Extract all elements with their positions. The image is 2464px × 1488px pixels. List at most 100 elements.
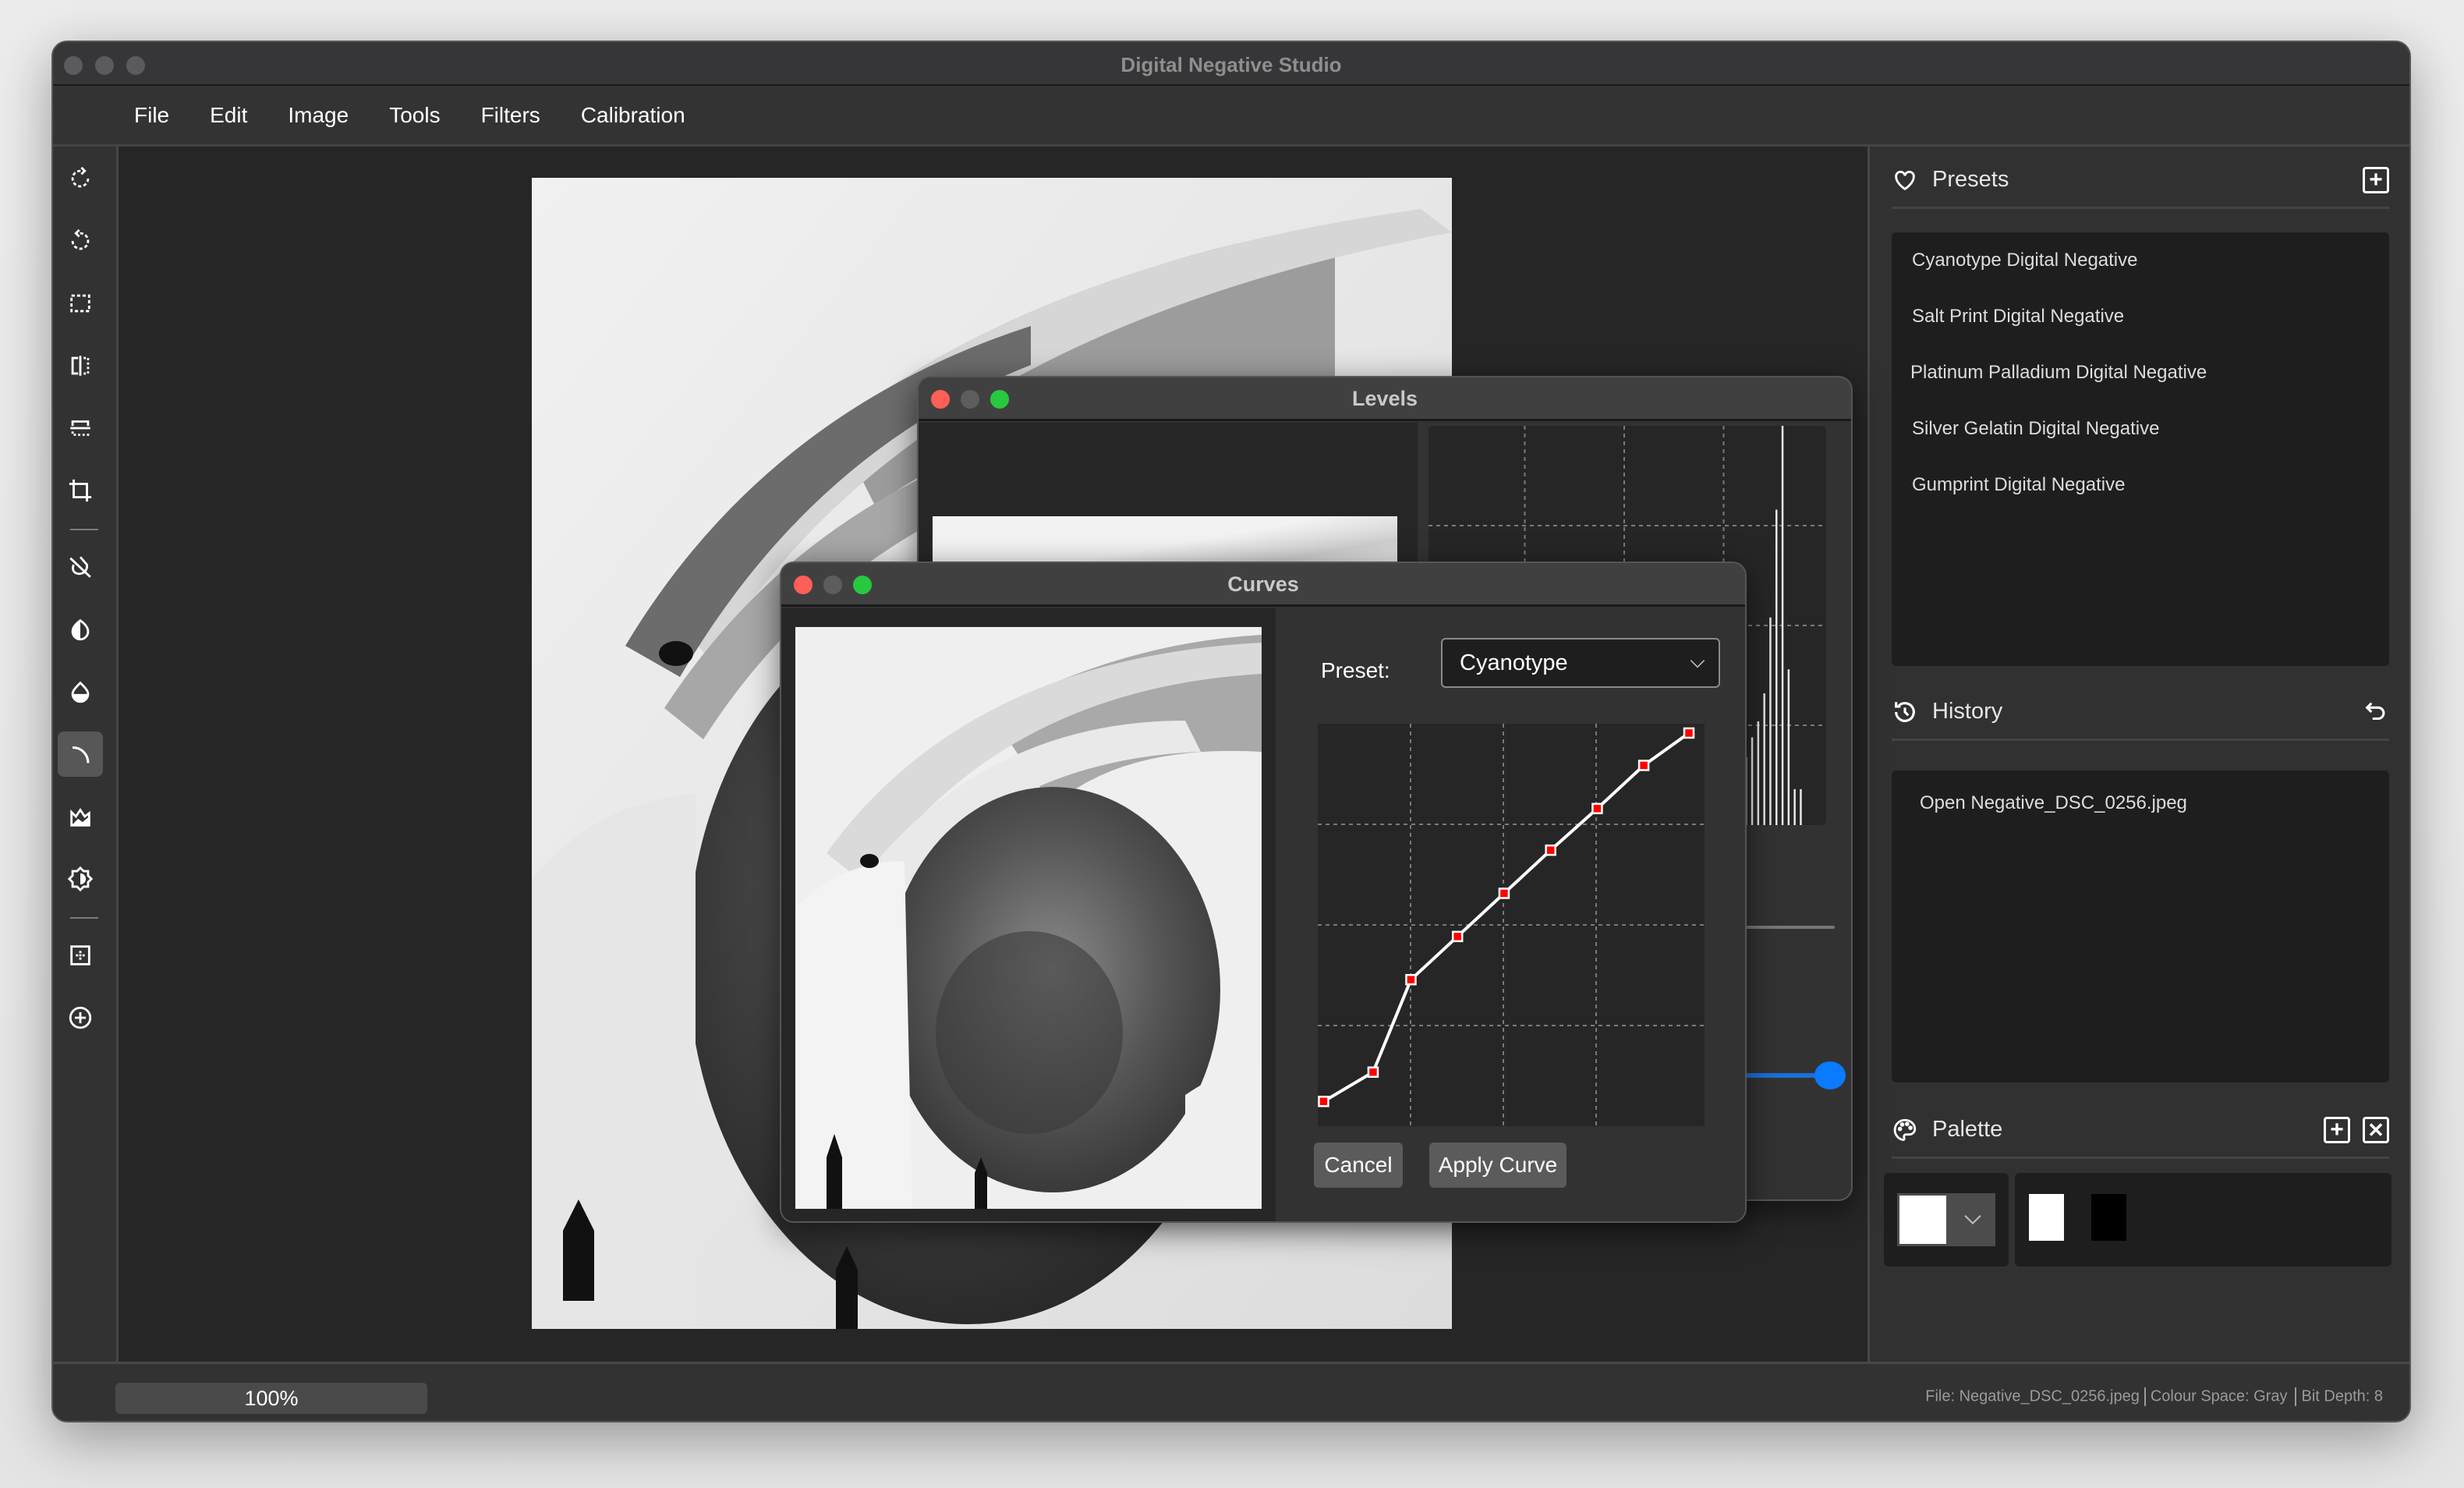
crop-icon xyxy=(69,479,92,502)
curve-control-point[interactable] xyxy=(1591,802,1603,815)
menu-calibration[interactable]: Calibration xyxy=(581,103,685,128)
tool-bar xyxy=(53,147,119,1362)
invert-off-icon xyxy=(69,556,91,578)
palette-title: Palette xyxy=(1932,1117,2003,1142)
brightness-icon xyxy=(67,866,94,892)
chevron-down-icon xyxy=(1690,660,1705,668)
histogram-bar xyxy=(1769,617,1772,825)
curve-control-point[interactable] xyxy=(1498,887,1510,899)
apply-curve-button[interactable]: Apply Curve xyxy=(1429,1143,1567,1188)
app-window: Digital Negative Studio File Edit Image … xyxy=(51,41,2411,1422)
levels-title-bar[interactable]: Levels xyxy=(919,377,1851,421)
swatch-black[interactable] xyxy=(2091,1194,2126,1241)
history-header: History xyxy=(1892,685,2389,741)
preset-dropdown[interactable]: Cyanotype xyxy=(1441,638,1720,688)
toolbar-divider xyxy=(70,529,98,530)
status-bar: 100% File: Negative_DSC_0256.jpeg Colour … xyxy=(53,1362,2409,1421)
curves-preview-pane xyxy=(781,608,1276,1221)
zoom-level[interactable]: 100% xyxy=(115,1383,427,1414)
preset-item[interactable]: Salt Print Digital Negative xyxy=(1892,289,2389,345)
presets-list: Cyanotype Digital Negative Salt Print Di… xyxy=(1892,232,2389,666)
flip-vertical-button[interactable] xyxy=(58,406,103,451)
preset-item[interactable]: Cyanotype Digital Negative xyxy=(1892,232,2389,289)
tint-button[interactable] xyxy=(58,669,103,714)
contrast-button[interactable] xyxy=(58,607,103,652)
remove-swatch-button[interactable]: ✕ xyxy=(2363,1116,2389,1143)
menu-image[interactable]: Image xyxy=(288,103,349,128)
marquee-select-icon xyxy=(70,294,90,313)
flip-horizontal-icon xyxy=(71,356,90,376)
levels-slider-handle[interactable] xyxy=(1814,1061,1846,1089)
history-item[interactable]: Open Negative_DSC_0256.jpeg xyxy=(1892,771,2389,836)
grid-dots-icon xyxy=(70,945,90,965)
history-title: History xyxy=(1932,699,2003,724)
preset-item[interactable]: Gumprint Digital Negative xyxy=(1892,457,2389,513)
curves-dialog: Curves Preset: Cyanotype Cancel Apply Cu… xyxy=(780,562,1747,1223)
current-color-picker[interactable] xyxy=(1897,1193,1995,1246)
add-preset-button[interactable]: + xyxy=(2363,166,2389,193)
x-icon: ✕ xyxy=(2367,1118,2384,1142)
undo-icon[interactable] xyxy=(2363,699,2389,725)
add-button[interactable] xyxy=(58,995,103,1040)
menu-file[interactable]: File xyxy=(134,103,169,128)
current-color-swatch xyxy=(1899,1196,1946,1244)
swatch-list xyxy=(2015,1173,2391,1267)
plus-icon: + xyxy=(2369,166,2383,193)
histogram-bar xyxy=(1787,669,1790,825)
status-bit-depth: Bit Depth: 8 xyxy=(2301,1387,2383,1405)
curves-button[interactable] xyxy=(58,732,103,777)
window-title: Digital Negative Studio xyxy=(1120,53,1342,76)
histogram-bar xyxy=(1775,509,1778,825)
right-panel: Presets + Cyanotype Digital Negative Sal… xyxy=(1867,147,2409,1362)
curve-control-point[interactable] xyxy=(1367,1066,1379,1079)
curves-controls-pane: Preset: Cyanotype Cancel Apply Curve xyxy=(1276,608,1745,1221)
preset-item[interactable]: Platinum Palladium Digital Negative xyxy=(1892,345,2389,401)
status-colour-space: Colour Space: Gray xyxy=(2150,1387,2288,1405)
histogram-bar xyxy=(1800,788,1802,825)
title-bar: Digital Negative Studio xyxy=(53,42,2409,86)
curve-graph[interactable] xyxy=(1318,724,1720,1126)
menu-edit[interactable]: Edit xyxy=(210,103,247,128)
rotate-counterclockwise-button[interactable] xyxy=(58,218,103,264)
histogram-bar xyxy=(1757,721,1760,825)
contrast-drop-icon xyxy=(71,618,90,641)
marquee-select-button[interactable] xyxy=(58,281,103,326)
plus-circle-icon xyxy=(69,1006,92,1029)
current-color-box xyxy=(1884,1173,2009,1267)
levels-button[interactable] xyxy=(58,794,103,839)
menu-tools[interactable]: Tools xyxy=(389,103,440,128)
curve-icon xyxy=(72,746,90,763)
crop-button[interactable] xyxy=(58,468,103,513)
histogram-bar xyxy=(1781,426,1784,825)
histogram-bar xyxy=(1763,693,1765,825)
curve-control-point[interactable] xyxy=(1637,760,1650,771)
flip-horizontal-button[interactable] xyxy=(58,343,103,388)
rotate-clockwise-button[interactable] xyxy=(58,156,103,201)
curve-control-point[interactable] xyxy=(1683,727,1695,739)
calibration-grid-button[interactable] xyxy=(58,933,103,978)
presets-header: Presets + xyxy=(1892,153,2389,209)
chevron-down-icon xyxy=(1964,1214,1981,1225)
palette-header: Palette + ✕ xyxy=(1892,1103,2389,1159)
histogram-bar xyxy=(1793,788,1796,825)
flip-vertical-icon xyxy=(70,420,90,436)
palette-icon xyxy=(1893,1118,1917,1141)
add-swatch-button[interactable]: + xyxy=(2324,1116,2350,1143)
curves-title-bar[interactable]: Curves xyxy=(781,563,1745,607)
curve-control-point[interactable] xyxy=(1451,930,1464,943)
invert-button[interactable] xyxy=(58,544,103,590)
curve-control-point[interactable] xyxy=(1405,973,1417,986)
brightness-button[interactable] xyxy=(58,856,103,902)
menu-filters[interactable]: Filters xyxy=(481,103,540,128)
file-info: File: Negative_DSC_0256.jpeg Colour Space… xyxy=(1925,1387,2383,1406)
preset-item[interactable]: Silver Gelatin Digital Negative xyxy=(1892,401,2389,457)
toolbar-divider xyxy=(70,917,98,919)
curve-control-point[interactable] xyxy=(1318,1096,1329,1107)
curve-control-point[interactable] xyxy=(1545,844,1556,856)
curves-title: Curves xyxy=(1227,572,1299,596)
swatch-white[interactable] xyxy=(2029,1194,2064,1241)
cancel-button[interactable]: Cancel xyxy=(1314,1143,1403,1188)
presets-title: Presets xyxy=(1932,167,2009,192)
preset-dropdown-value: Cyanotype xyxy=(1460,650,1568,675)
rotate-clockwise-icon xyxy=(71,166,90,188)
